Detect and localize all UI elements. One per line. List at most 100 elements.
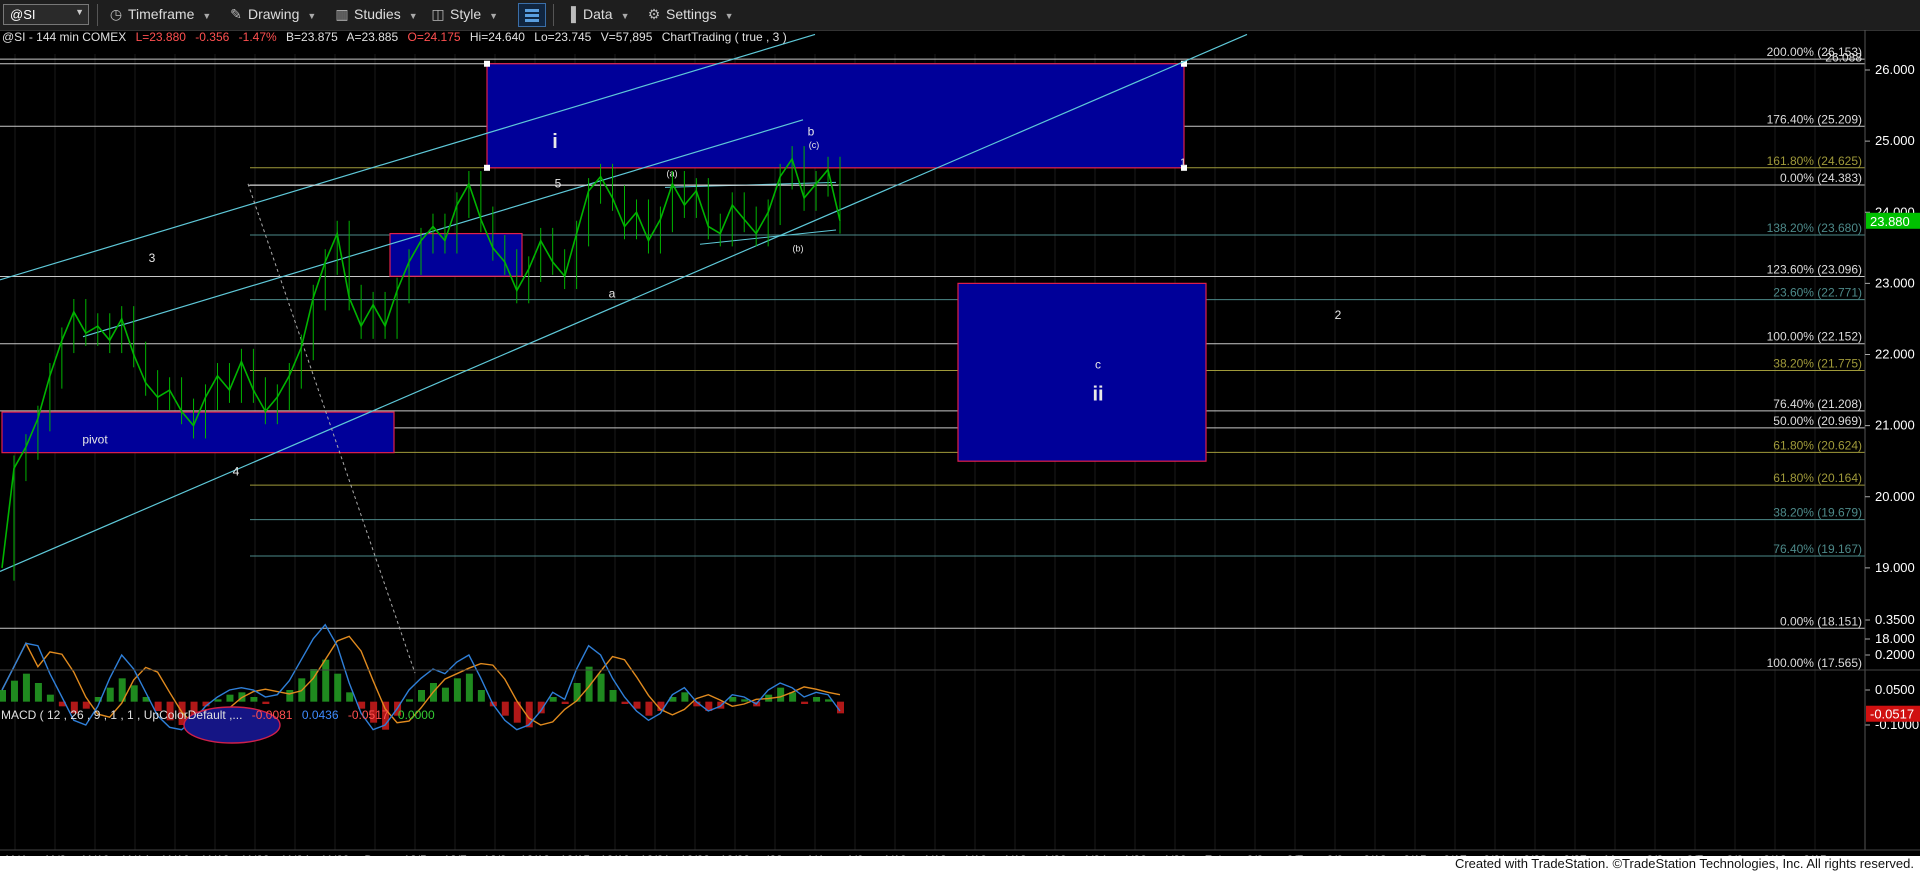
macd-histogram-bar <box>106 687 114 702</box>
fib-level-label: 100.00% (22.152) <box>1767 330 1862 344</box>
macd-histogram-bar <box>573 683 581 702</box>
wave-label: 2 <box>1335 308 1342 322</box>
macd-histogram-bar <box>549 697 557 702</box>
wave-label: (c) <box>809 140 820 150</box>
wave-label: a <box>609 287 616 301</box>
layout-button[interactable] <box>518 3 546 27</box>
macd-histogram-bar <box>334 673 342 702</box>
wave-label: i <box>552 131 558 153</box>
macd-histogram-bar <box>681 692 689 702</box>
fib-level-label: 23.60% (22.771) <box>1773 286 1862 300</box>
target-box-wave-i <box>486 63 1185 169</box>
macd-histogram-bar <box>465 673 473 702</box>
data-button[interactable]: ▐ Data ▼ <box>563 6 630 22</box>
y-tick-label: 22.000 <box>1875 347 1915 362</box>
clock-icon: ◷ <box>109 6 123 22</box>
macd-histogram-bar <box>633 701 641 709</box>
fib-level-label: 138.20% (23.680) <box>1767 221 1862 235</box>
macd-histogram-bar <box>609 690 617 702</box>
fib-level-label: 61.80% (20.164) <box>1773 471 1862 485</box>
footer-bar: Created with TradeStation. ©TradeStation… <box>0 856 1920 874</box>
fib-level-label: 161.80% (24.625) <box>1767 154 1862 168</box>
macd-histogram-bar <box>597 673 605 702</box>
macd-histogram-bar <box>130 685 138 702</box>
y-tick-label: 25.000 <box>1875 133 1915 148</box>
macd-histogram-bar <box>0 690 6 702</box>
consolidation-box <box>389 232 523 277</box>
macd-last-label: -0.0517 <box>1870 707 1914 722</box>
macd-histogram-bar <box>322 659 330 702</box>
macd-histogram-bar <box>501 701 509 716</box>
pencil-icon: ✎ <box>230 6 242 22</box>
macd-histogram-bar <box>441 687 449 702</box>
macd-histogram-bar <box>214 699 222 702</box>
fib-level-label: 38.20% (19.679) <box>1773 506 1862 520</box>
chevron-down-icon: ▼ <box>75 7 84 17</box>
wave-label: 4 <box>233 464 240 478</box>
toolbar-divider <box>553 4 554 26</box>
fib-level-label: 61.80% (20.624) <box>1773 438 1862 452</box>
macd-histogram-bar <box>418 690 425 702</box>
fib-level-label: 0.00% (18.151) <box>1780 614 1862 628</box>
macd-histogram-bar <box>286 690 294 702</box>
studies-button[interactable]: ▥ Studies ▼ <box>334 6 418 23</box>
macd-histogram-bar <box>10 680 18 702</box>
style-button[interactable]: ◫ Style ▼ <box>430 6 498 23</box>
macd-histogram-bar <box>813 697 821 702</box>
bar-chart-icon: ▐ <box>566 6 576 22</box>
chevron-down-icon: ▼ <box>489 11 499 21</box>
macd-histogram-bar <box>621 701 629 704</box>
price-chart[interactable]: 200.00% (26.153)26.088176.40% (25.209)16… <box>0 30 1920 856</box>
macd-histogram-bar <box>477 690 485 702</box>
fib-level-label: 100.00% (17.565) <box>1767 656 1862 670</box>
macd-histogram-bar <box>262 701 270 704</box>
macd-histogram-bar <box>801 701 809 704</box>
macd-histogram-bar <box>406 699 414 702</box>
chevron-down-icon: ▼ <box>724 11 734 21</box>
wave-label: c <box>1095 358 1101 372</box>
y-tick-label: 20.000 <box>1875 489 1915 504</box>
fib-level-label: 176.40% (25.209) <box>1767 112 1862 126</box>
last-price-label: 23.880 <box>1870 214 1910 229</box>
chevron-down-icon: ▼ <box>620 11 630 21</box>
macd-y-tick-label: 0.2000 <box>1875 647 1915 662</box>
macd-header: MACD ( 12 , 26 , 9 , 1 , 1 , UpColorDefa… <box>1 708 435 722</box>
macd-histogram-bar <box>777 687 785 702</box>
macd-histogram-bar <box>22 673 30 702</box>
wave-label: b <box>808 124 815 138</box>
y-tick-label: 19.000 <box>1875 560 1915 575</box>
macd-histogram-bar <box>34 683 42 702</box>
y-tick-label: 21.000 <box>1875 418 1915 433</box>
macd-histogram-bar <box>729 697 737 702</box>
toolbar-divider <box>97 4 98 26</box>
wave-label: pivot <box>82 432 108 446</box>
target-box-wave-ii <box>957 282 1207 462</box>
symbol-input[interactable]: @SI ▼ <box>3 4 89 25</box>
wave-label: 3 <box>149 251 156 265</box>
y-tick-label: 26.000 <box>1875 62 1915 77</box>
macd-histogram-bar <box>346 692 354 702</box>
settings-button[interactable]: ⚙ Settings ▼ <box>646 6 734 23</box>
fib-level-label: 38.20% (21.775) <box>1773 357 1862 371</box>
macd-histogram-bar <box>453 678 461 702</box>
symbol-text: @SI <box>10 7 36 22</box>
macd-histogram-bar <box>46 694 54 702</box>
chevron-down-icon: ▼ <box>408 11 418 21</box>
drawing-button[interactable]: ✎ Drawing ▼ <box>228 6 316 23</box>
box-handle <box>484 164 490 171</box>
timeframe-button[interactable]: ◷ Timeframe ▼ <box>108 6 211 23</box>
macd-y-tick-label: 0.3500 <box>1875 612 1915 627</box>
studies-icon: ▥ <box>335 6 349 22</box>
toolbar: @SI ▼ ◷ Timeframe ▼ ✎ Drawing ▼ ▥ Studies ▼ ◫ S… <box>0 0 1920 31</box>
wave-label: 5 <box>555 176 562 190</box>
macd-histogram-bar <box>226 694 234 702</box>
wave-label: ii <box>1092 384 1103 406</box>
macd-y-tick-label: 0.0500 <box>1875 682 1915 697</box>
wave-label: 1 <box>1180 157 1186 169</box>
fib-level-label: 123.60% (23.096) <box>1767 263 1862 277</box>
fib-level-label: 76.40% (21.208) <box>1773 397 1862 411</box>
macd-histogram-bar <box>645 701 653 716</box>
style-icon: ◫ <box>431 6 445 22</box>
fib-level-label: 76.40% (19.167) <box>1773 542 1862 556</box>
pivot-box <box>1 411 395 454</box>
